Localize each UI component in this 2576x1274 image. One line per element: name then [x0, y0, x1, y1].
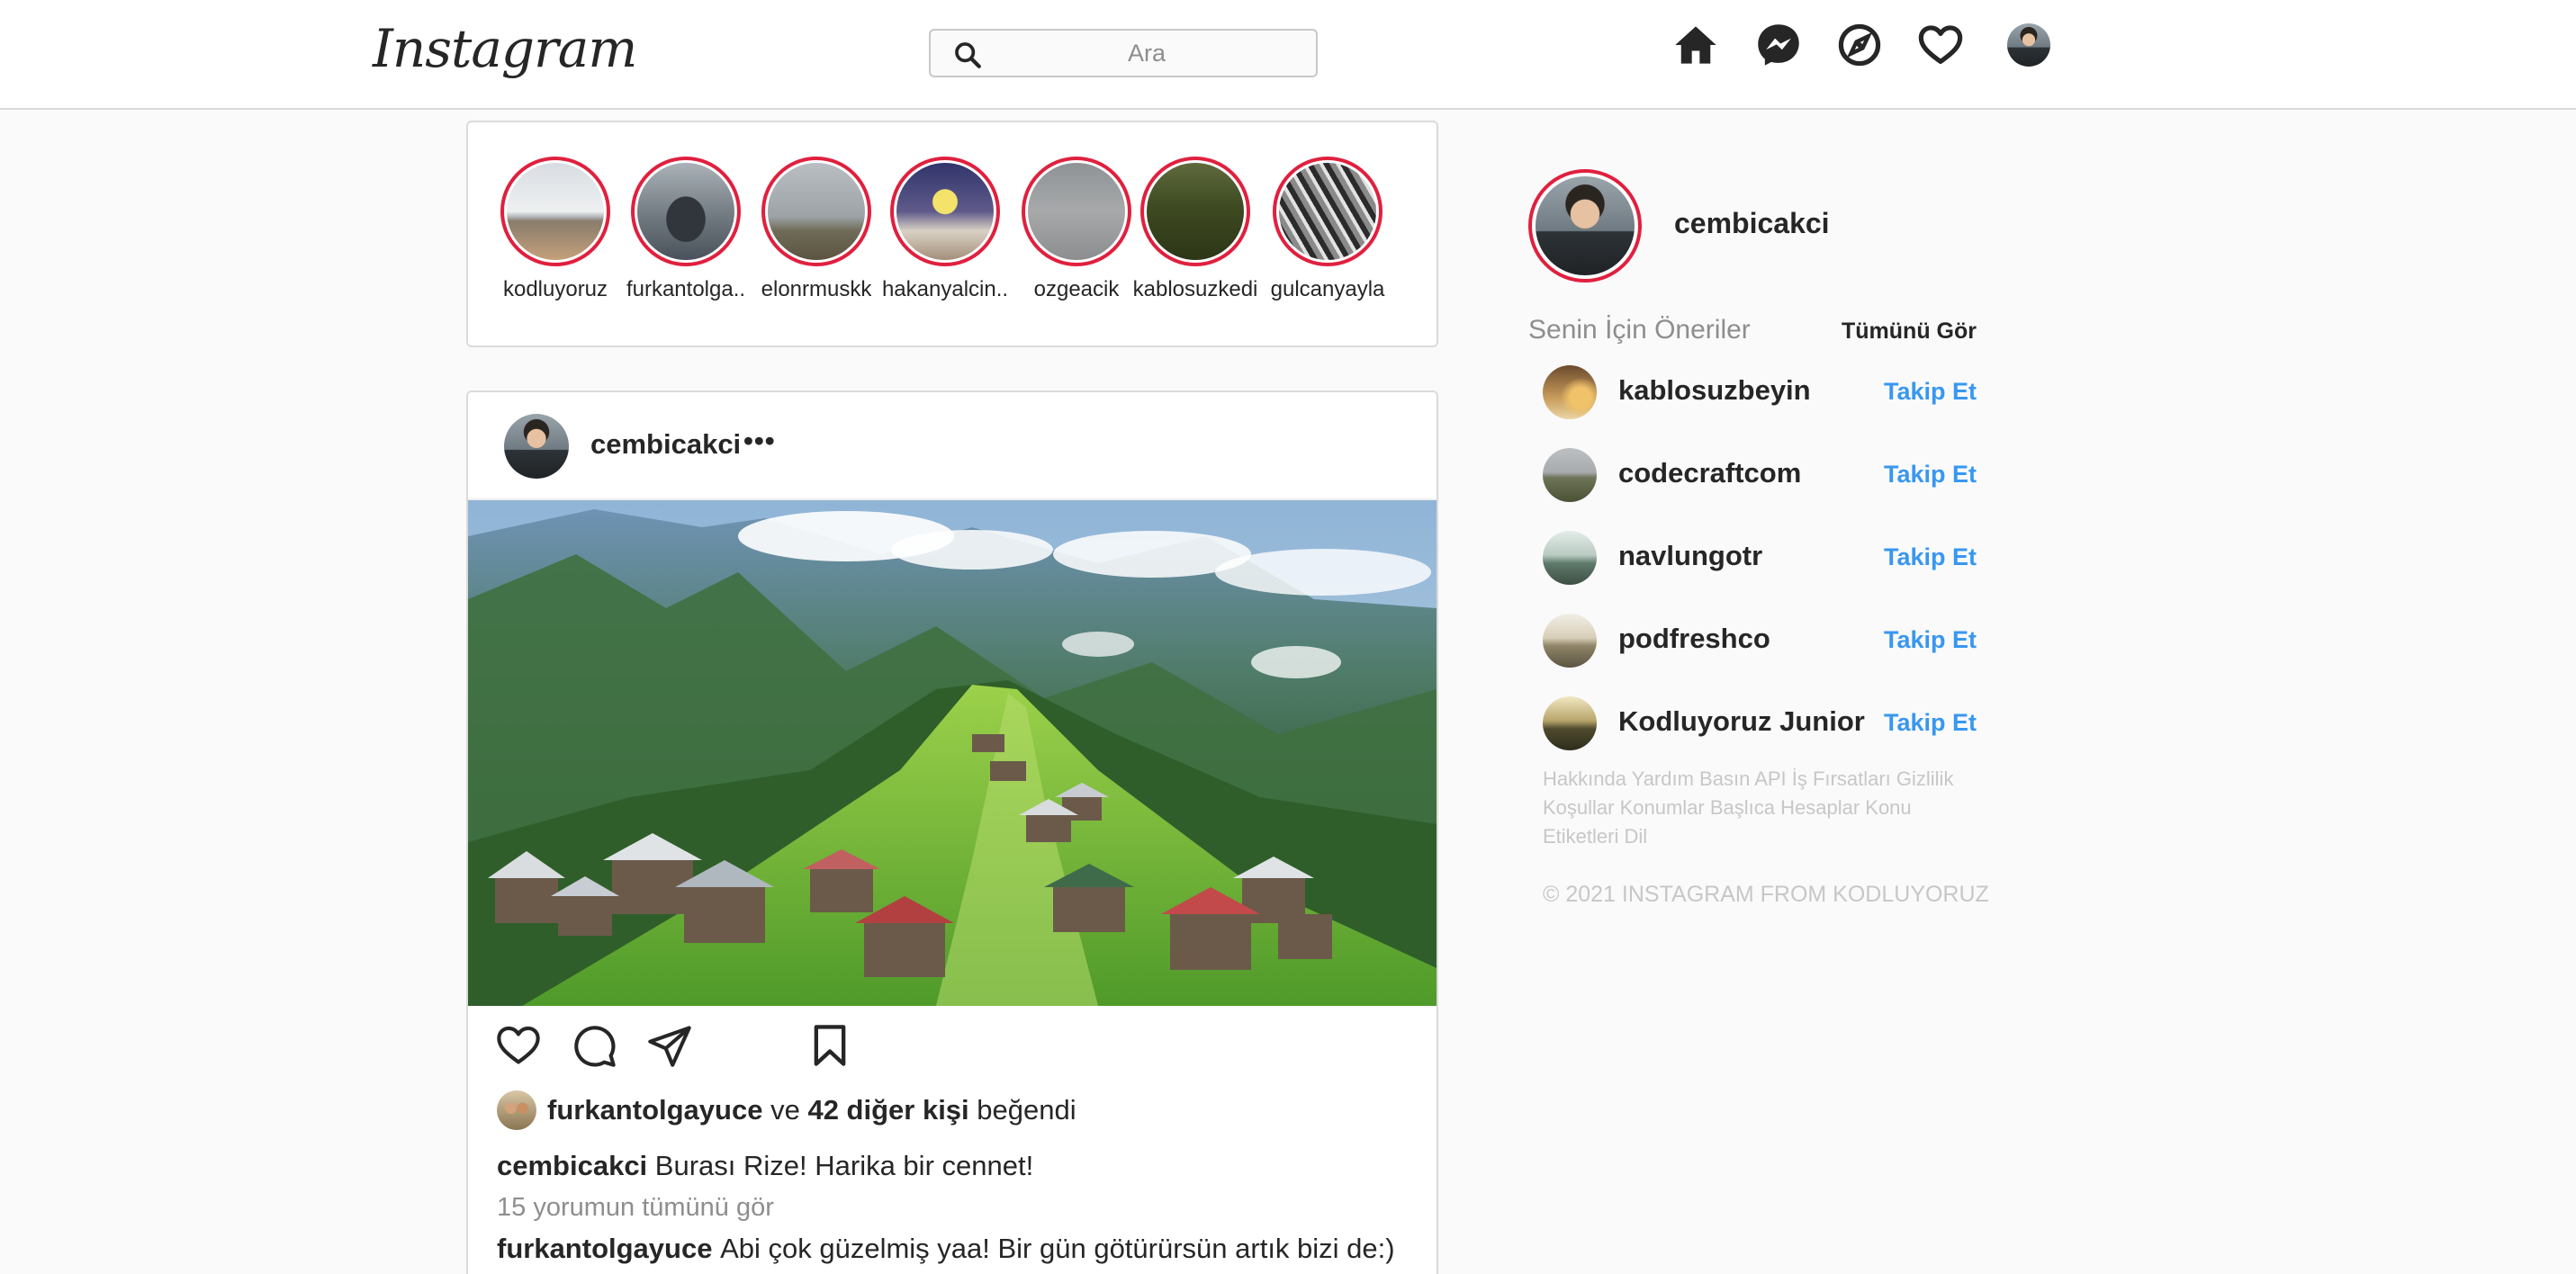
post-comment: furkantolgayuce Abi çok güzelmiş yaa! Bi…: [497, 1233, 1395, 1265]
suggestion-username[interactable]: navlungotr: [1618, 540, 1762, 572]
story-item[interactable]: gulcanyayla: [1260, 157, 1395, 302]
nav-icons: [1672, 22, 2050, 72]
search-icon: [955, 42, 981, 68]
liker-username[interactable]: furkantolgayuce: [547, 1094, 762, 1126]
story-avatar: [507, 163, 604, 260]
copyright-text: © 2021 INSTAGRAM FROM KODLUYORUZ: [1543, 882, 1989, 907]
post-photo[interactable]: [468, 500, 1437, 1006]
profile-avatar[interactable]: [2007, 23, 2050, 67]
comment-icon[interactable]: [571, 1022, 617, 1069]
suggestion-avatar[interactable]: [1543, 531, 1597, 585]
story-username: kablosuzkedi: [1132, 277, 1258, 301]
liker-avatar[interactable]: [497, 1090, 536, 1130]
story-avatar: [768, 163, 865, 260]
caption-text: Burası Rize! Harika bir cennet!: [654, 1150, 1034, 1181]
story-ring: [631, 157, 741, 266]
story-item[interactable]: hakanyalcin..: [878, 157, 1013, 302]
suggestion-avatar[interactable]: [1543, 696, 1597, 750]
search-input[interactable]: [994, 36, 1300, 70]
story-ring: [1022, 157, 1131, 266]
story-item[interactable]: ozgeacik: [1009, 157, 1144, 302]
heart-icon[interactable]: [1917, 22, 1964, 68]
stories-tray: kodluyoruz furkantolga.. elonrmuskk haka…: [466, 121, 1438, 347]
explore-icon[interactable]: [1836, 22, 1883, 68]
story-item[interactable]: furkantolga..: [618, 157, 753, 302]
home-icon[interactable]: [1672, 22, 1719, 68]
story-avatar: [1147, 163, 1244, 260]
follow-button[interactable]: Takip Et: [1884, 626, 1977, 654]
story-item[interactable]: elonrmuskk: [749, 157, 884, 302]
post-author-username[interactable]: cembicakci: [590, 428, 741, 461]
suggestion-row: kablosuzbeyin Takip Et: [1541, 363, 1977, 421]
suggestions-title: Senin İçin Öneriler: [1528, 315, 1751, 345]
current-user-avatar[interactable]: [1528, 169, 1642, 283]
like-icon[interactable]: [495, 1022, 542, 1069]
see-all-link[interactable]: Tümünü Gör: [1842, 318, 1977, 345]
story-avatar: [637, 163, 734, 260]
instagram-logo[interactable]: Instagram: [373, 18, 637, 81]
share-icon[interactable]: [646, 1022, 693, 1069]
suggestion-avatar[interactable]: [1543, 614, 1597, 668]
story-username: elonrmuskk: [761, 277, 872, 301]
view-all-comments-link[interactable]: 15 yorumun tümünü gör: [497, 1193, 774, 1223]
post-actions: [495, 1022, 1395, 1072]
suggestion-username[interactable]: codecraftcom: [1618, 457, 1801, 489]
follow-button[interactable]: Takip Et: [1884, 378, 1977, 406]
suggestion-row: Kodluyoruz Junior Takip Et: [1541, 695, 1977, 752]
more-options-icon[interactable]: •••: [743, 425, 776, 457]
post-caption: cembicakci Burası Rize! Harika bir cenne…: [497, 1150, 1033, 1182]
likes-suffix: beğendi: [977, 1094, 1076, 1126]
likes-others[interactable]: 42 diğer kişi: [807, 1094, 968, 1126]
story-ring: [761, 157, 871, 266]
story-ring: [500, 157, 610, 266]
suggestion-avatar[interactable]: [1543, 448, 1597, 502]
likes-connector: ve: [770, 1094, 800, 1126]
story-username: kodluyoruz: [502, 277, 608, 301]
suggestion-row: podfreshco Takip Et: [1541, 612, 1977, 669]
caption-username[interactable]: cembicakci: [497, 1150, 647, 1181]
suggestion-row: codecraftcom Takip Et: [1541, 446, 1977, 504]
likes-summary: furkantolgayuce ve 42 diğer kişi beğendi: [497, 1090, 1076, 1130]
story-ring: [1140, 157, 1250, 266]
comment-text: Abi çok güzelmiş yaa! Bir gün götürürsün…: [720, 1233, 1395, 1264]
follow-button[interactable]: Takip Et: [1884, 709, 1977, 737]
suggestion-username[interactable]: podfreshco: [1618, 623, 1770, 655]
story-username: hakanyalcin..: [881, 277, 1009, 301]
current-user-photo: [1536, 176, 1635, 275]
story-item[interactable]: kodluyoruz: [488, 157, 623, 302]
suggestion-avatar[interactable]: [1543, 365, 1597, 419]
story-ring: [890, 157, 1000, 266]
suggestion-row: navlungotr Takip Et: [1541, 529, 1977, 587]
feed-post: cembicakci ••• furkantolgayuce ve 42 diğ…: [466, 390, 1438, 1274]
footer-links[interactable]: Hakkında Yardım Basın API İş Fırsatları …: [1543, 765, 1993, 851]
messenger-icon[interactable]: [1755, 22, 1802, 68]
story-avatar: [1279, 163, 1376, 260]
comment-username[interactable]: furkantolgayuce: [497, 1233, 712, 1264]
story-username: ozgeacik: [1033, 277, 1120, 301]
top-navigation-bar: Instagram: [0, 0, 2576, 110]
follow-button[interactable]: Takip Et: [1884, 543, 1977, 571]
story-avatar: [1028, 163, 1125, 260]
story-username: furkantolga..: [626, 277, 746, 301]
post-header: cembicakci •••: [468, 392, 1437, 500]
bookmark-icon[interactable]: [806, 1022, 853, 1069]
suggestion-username[interactable]: Kodluyoruz Junior: [1618, 705, 1865, 738]
current-user-username[interactable]: cembicakci: [1674, 207, 1830, 240]
suggestion-username[interactable]: kablosuzbeyin: [1618, 374, 1811, 407]
story-ring: [1273, 157, 1383, 266]
search-box[interactable]: [929, 29, 1318, 77]
story-username: gulcanyayla: [1270, 277, 1385, 301]
post-author-avatar[interactable]: [504, 414, 569, 479]
mountain-plateau-photo: [468, 500, 1437, 1006]
follow-button[interactable]: Takip Et: [1884, 461, 1977, 489]
story-item[interactable]: kablosuzkedi: [1128, 157, 1263, 302]
story-avatar: [896, 163, 994, 260]
